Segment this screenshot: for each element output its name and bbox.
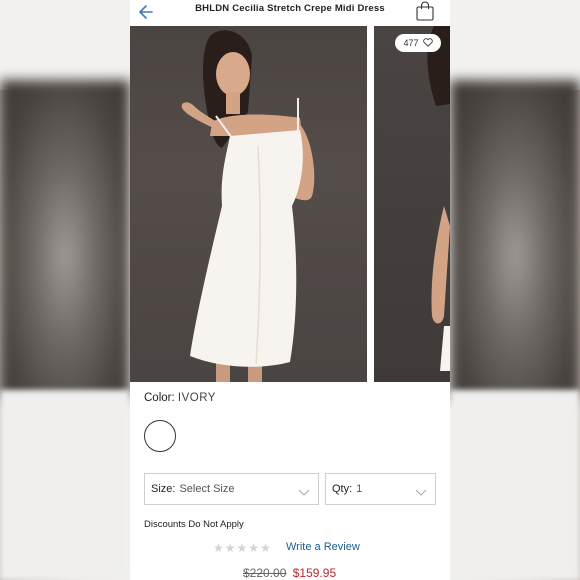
qty-label: Qty: [332,483,353,495]
color-key: Color: [144,392,175,404]
qty-value: 1 [356,483,363,495]
discount-note: Discounts Do Not Apply [144,519,244,530]
favorite-badge[interactable]: 477 [395,34,441,52]
star-icon: ★ [248,541,260,555]
size-value: Select Size [179,483,235,495]
product-photo-main[interactable] [130,26,367,382]
star-icon: ★ [213,541,224,555]
color-label: Color: IVORY [144,392,216,404]
star-icon: ★ [260,541,271,555]
top-bar: BHLDN Cecilia Stretch Crepe Midi Dress [130,0,450,24]
shopping-bag-icon[interactable] [414,0,436,22]
size-select[interactable]: Size: Select Size [144,473,319,505]
product-page: BHLDN Cecilia Stretch Crepe Midi Dress 4… [130,0,450,580]
back-arrow-icon[interactable] [136,2,158,22]
quantity-select[interactable]: Qty: 1 [325,473,436,505]
star-icon: ★ [224,541,236,555]
sale-price: $159.95 [292,566,337,580]
color-swatch-ivory[interactable] [144,420,176,452]
favorites-count: 477 [403,38,419,48]
price: $220.00 $159.95 [243,566,336,580]
star-icon: ★ [236,541,248,555]
blurred-backdrop-left [0,0,130,580]
size-label: Size: [151,483,176,495]
original-price: $220.00 [243,566,287,580]
product-photo-next[interactable] [374,26,450,382]
rating-stars: ★ ★ ★ ★ ★ [213,542,271,554]
write-review-link[interactable]: Write a Review [286,541,360,553]
chevron-down-icon [415,484,427,496]
chevron-down-icon [298,484,310,496]
blurred-backdrop-right [450,0,580,580]
color-value: IVORY [177,392,216,404]
heart-icon[interactable] [422,37,433,49]
page-title: BHLDN Cecilia Stretch Crepe Midi Dress [195,3,385,14]
